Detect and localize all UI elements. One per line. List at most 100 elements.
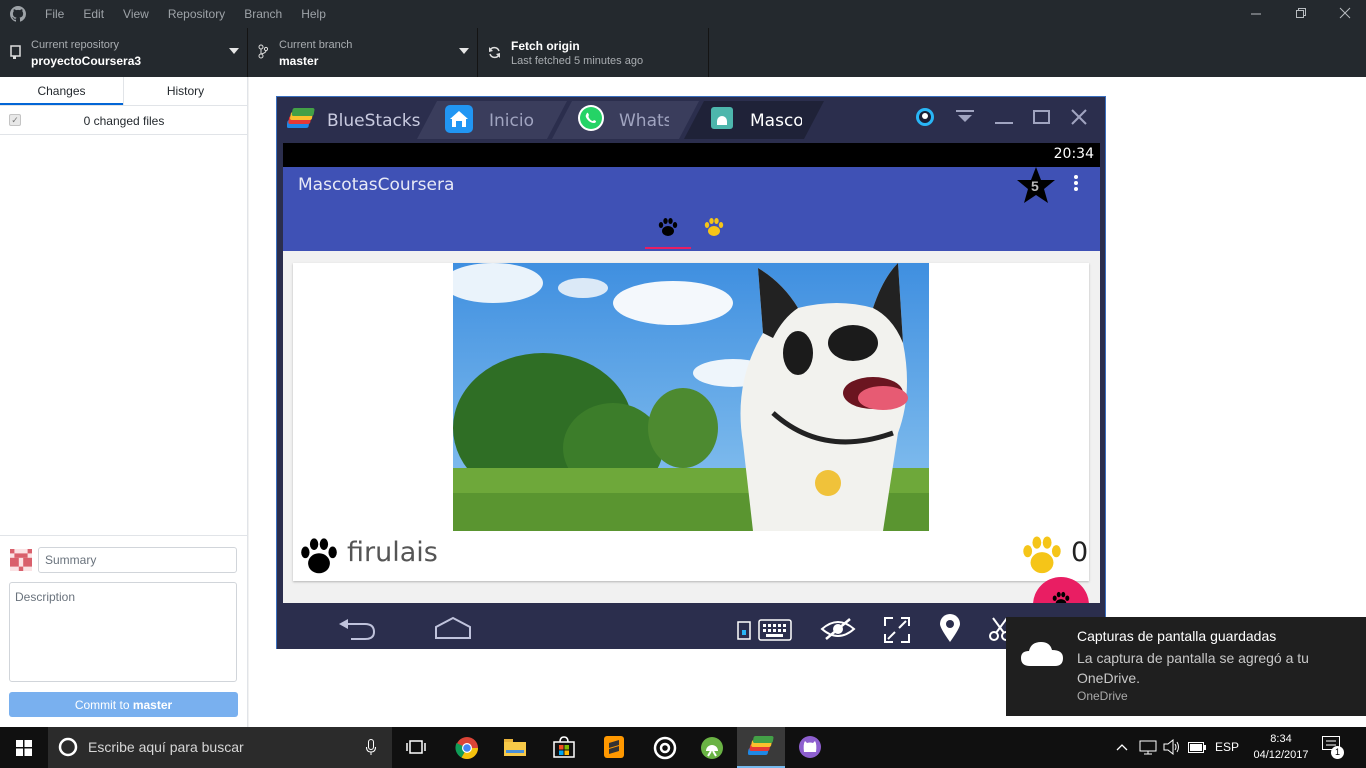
folder-icon (504, 739, 526, 756)
android-app-icon (711, 107, 733, 129)
sync-icon (489, 46, 500, 59)
sublime-text-icon (604, 736, 624, 758)
windows-start-icon[interactable] (16, 740, 32, 756)
hide-eye-icon[interactable] (820, 617, 856, 641)
fetch-origin-button[interactable]: Fetch origin Last fetched 5 minutes ago (478, 28, 709, 77)
tab-pet-profile[interactable] (691, 211, 737, 249)
app-toolbar: MascotasCoursera 5 (283, 167, 1100, 251)
repo-icon (10, 45, 21, 59)
store-taskbar-button[interactable] (540, 727, 588, 768)
search-placeholder: Escribe aquí para buscar (88, 739, 244, 755)
maximize-icon[interactable] (1033, 109, 1051, 125)
home-nav-icon[interactable] (434, 616, 472, 642)
tab-whatsapp[interactable]: WhatsApp (575, 101, 675, 139)
close-icon[interactable] (1339, 7, 1351, 19)
bluestacks-tab-bar: BlueStacks Inicio WhatsApp MascotasCours… (277, 97, 1105, 139)
keyboard-icon[interactable] (737, 619, 793, 641)
language-indicator[interactable]: ESP (1215, 740, 1239, 754)
toast-source: OneDrive (1077, 689, 1128, 703)
tab-inicio-label: Inicio (489, 111, 534, 131)
current-branch-dropdown[interactable]: Current branch master (248, 28, 478, 77)
summary-input[interactable] (38, 547, 237, 573)
microphone-icon[interactable] (366, 739, 376, 756)
menu-help[interactable]: Help (301, 7, 326, 21)
restore-icon[interactable] (1295, 7, 1307, 19)
home-icon (445, 105, 473, 133)
description-input[interactable] (9, 582, 237, 682)
target-app-icon (653, 736, 677, 760)
select-all-checkbox[interactable]: ✓ (9, 114, 21, 126)
branch-value: master (279, 54, 319, 68)
taskbar: Escribe aquí para buscar ESP 8:34 04/12/… (0, 727, 1366, 768)
bluestacks-nav-bar (277, 609, 1105, 649)
paw-icon (301, 538, 337, 574)
tab-mascotas[interactable]: MascotasCoursera (707, 101, 807, 139)
tab-history[interactable]: History (123, 77, 247, 105)
app-taskbar-button[interactable] (640, 727, 688, 768)
toast-body: La captura de pantalla se agregó a tu On… (1077, 650, 1309, 686)
overflow-menu-icon[interactable] (1073, 174, 1079, 192)
whatsapp-icon (578, 105, 604, 131)
github-desktop-icon (799, 736, 821, 758)
minimize-icon[interactable] (995, 109, 1013, 125)
current-repository-dropdown[interactable]: Current repository proyectoCoursera3 (0, 28, 248, 77)
network-icon[interactable] (1139, 740, 1157, 755)
github-logo-icon (10, 6, 26, 22)
pet-name: firulais (347, 537, 438, 568)
paw-yellow-icon (704, 218, 724, 236)
menu-branch[interactable]: Branch (244, 7, 282, 21)
branch-label: Current branch (279, 39, 353, 51)
android-clock: 20:34 (1053, 146, 1094, 162)
close-icon[interactable] (1071, 109, 1087, 125)
menu-repository[interactable]: Repository (168, 7, 225, 21)
bluestacks-taskbar-button[interactable] (737, 727, 785, 768)
menu-file[interactable]: File (45, 7, 64, 21)
bluestacks-window[interactable]: BlueStacks Inicio WhatsApp MascotasCours… (276, 96, 1106, 649)
minimize-icon[interactable] (1250, 8, 1262, 20)
commit-button[interactable]: Commit to master (9, 692, 238, 717)
android-studio-taskbar-button[interactable] (688, 727, 736, 768)
favorites-star-button[interactable]: 5 (1014, 165, 1058, 205)
account-icon[interactable] (915, 107, 935, 127)
task-view-button[interactable] (392, 727, 440, 768)
dropdown-menu-icon[interactable] (956, 110, 974, 124)
changed-files-count: 0 changed files (83, 114, 165, 128)
chrome-taskbar-button[interactable] (443, 727, 491, 768)
avatar (10, 549, 32, 571)
fullscreen-icon[interactable] (883, 616, 911, 644)
location-icon[interactable] (939, 614, 961, 644)
pet-card[interactable]: firulais 0 (293, 263, 1089, 581)
tab-changes[interactable]: Changes (0, 77, 123, 105)
github-desktop-taskbar-button[interactable] (786, 727, 834, 768)
android-studio-icon (701, 737, 723, 759)
bluestacks-home-tab[interactable]: BlueStacks (277, 101, 427, 139)
action-center-button[interactable]: 1 (1322, 736, 1346, 760)
tab-whatsapp-label: WhatsApp (619, 111, 669, 131)
chevron-down-icon (459, 48, 469, 54)
cortana-icon (58, 737, 78, 757)
tab-inicio[interactable]: Inicio (437, 101, 557, 139)
tab-pets-list[interactable] (645, 211, 691, 249)
sublime-taskbar-button[interactable] (590, 727, 638, 768)
toast-title: Capturas de pantalla guardadas (1077, 628, 1277, 644)
system-clock[interactable]: 8:34 04/12/2017 (1250, 731, 1312, 763)
chevron-down-icon (229, 48, 239, 54)
app-title: MascotasCoursera (298, 175, 455, 195)
bluestacks-logo-icon (287, 108, 315, 128)
menu-edit[interactable]: Edit (83, 7, 104, 21)
back-icon[interactable] (337, 616, 377, 642)
onedrive-toast[interactable]: Capturas de pantalla guardadas La captur… (1006, 617, 1366, 716)
search-box[interactable]: Escribe aquí para buscar (48, 727, 392, 768)
commit-prefix: Commit to (74, 697, 133, 712)
battery-icon[interactable] (1188, 742, 1206, 753)
paw-icon (1052, 591, 1070, 603)
store-icon (553, 736, 575, 758)
paw-icon (658, 218, 678, 236)
explorer-taskbar-button[interactable] (491, 727, 539, 768)
branch-icon (258, 44, 268, 59)
like-paw-icon[interactable] (1021, 533, 1063, 577)
volume-icon[interactable] (1163, 739, 1181, 755)
menu-view[interactable]: View (123, 7, 149, 21)
changed-files-header: 0 changed files ✓ (0, 106, 247, 135)
chevron-up-icon[interactable] (1116, 743, 1128, 751)
